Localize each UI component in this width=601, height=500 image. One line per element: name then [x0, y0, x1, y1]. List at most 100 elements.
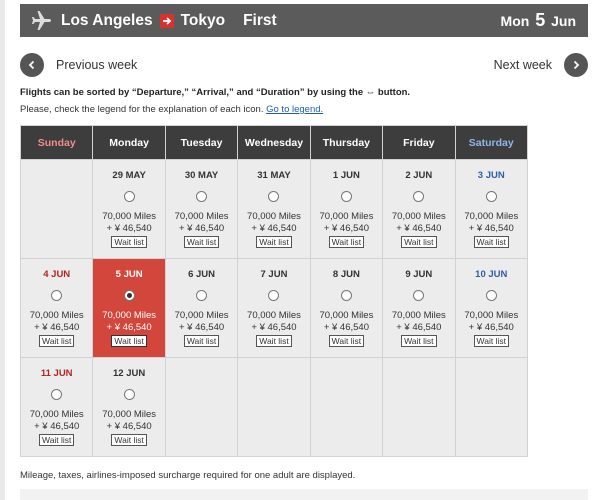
fare-miles: 70,000 Miles — [29, 310, 84, 321]
fare-tax: + ¥ 46,540 — [468, 322, 514, 333]
chevron-left-icon[interactable] — [20, 53, 44, 77]
empty-day-cell — [309, 357, 384, 457]
fare-miles: 70,000 Miles — [29, 409, 84, 420]
fare-tax: + ¥ 46,540 — [396, 322, 442, 333]
selected-date: Mon 5 Jun — [501, 10, 576, 31]
fare-radio[interactable] — [413, 191, 425, 202]
empty-day-cell — [237, 357, 311, 457]
previous-week-label[interactable]: Previous week — [56, 58, 137, 72]
day-date: 2 JUN — [405, 170, 433, 181]
day-cell[interactable]: 3 JUN 70,000 Miles + ¥ 46,540 Wait list — [454, 159, 529, 259]
selected-weekday: Mon — [500, 13, 530, 29]
fare-tax: + ¥ 46,540 — [178, 223, 225, 234]
fare-tax: + ¥ 46,540 — [106, 223, 152, 234]
fare-radio[interactable] — [123, 389, 135, 400]
fare-miles: 70,000 Miles — [247, 211, 301, 222]
fare-radio[interactable] — [413, 290, 425, 301]
fare-miles: 70,000 Miles — [102, 310, 157, 321]
empty-day-cell — [19, 159, 94, 259]
weekday-tuesday: Tuesday — [164, 125, 239, 160]
fare-radio[interactable] — [123, 290, 135, 301]
previous-week-button[interactable]: Previous week — [20, 52, 137, 78]
day-cell[interactable]: 12 JUN 70,000 Miles + ¥ 46,540 Wait list — [92, 357, 166, 457]
day-cell[interactable]: 30 MAY 70,000 Miles + ¥ 46,540 Wait list — [164, 159, 239, 259]
day-cell[interactable]: 10 JUN 70,000 Miles + ¥ 46,540 Wait list — [454, 258, 529, 358]
day-date: 30 MAY — [184, 170, 219, 181]
day-cell[interactable]: 4 JUN 70,000 Miles + ¥ 46,540 Wait list — [19, 258, 94, 358]
wait-list-badge: Wait list — [256, 236, 292, 248]
footer-band — [20, 489, 588, 500]
day-date: 9 JUN — [405, 269, 433, 280]
day-cell[interactable]: 2 JUN 70,000 Miles + ¥ 46,540 Wait list — [382, 159, 456, 259]
day-date: 12 JUN — [113, 368, 146, 379]
route-header: Los Angeles Tokyo First Mon 5 Jun — [20, 4, 588, 37]
legend-note: Please, check the legend for the explana… — [20, 104, 264, 115]
fare-miles: 70,000 Miles — [174, 310, 229, 321]
fare-miles: 70,000 Miles — [319, 310, 374, 321]
origin-city: Los Angeles — [61, 11, 153, 29]
fare-radio[interactable] — [196, 191, 208, 202]
wait-list-badge: Wait list — [401, 236, 437, 248]
wait-list-badge: Wait list — [401, 335, 437, 347]
weekday-thursday: Thursday — [309, 125, 384, 160]
legend-link[interactable]: Go to legend. — [266, 104, 323, 115]
day-date: 6 JUN — [188, 269, 216, 280]
day-cell-selected[interactable]: 5 JUN 70,000 Miles + ¥ 46,540 Wait list — [92, 258, 166, 358]
next-week-button[interactable]: Next week — [494, 52, 588, 78]
wait-list-badge: Wait list — [38, 335, 75, 347]
fare-radio[interactable] — [340, 290, 352, 301]
fare-radio[interactable] — [485, 290, 497, 301]
day-cell[interactable]: 31 MAY 70,000 Miles + ¥ 46,540 Wait list — [237, 159, 311, 259]
empty-day-cell — [382, 357, 456, 457]
fare-miles: 70,000 Miles — [464, 211, 519, 222]
wait-list-badge: Wait list — [473, 335, 509, 347]
fare-radio[interactable] — [51, 290, 63, 301]
day-cell[interactable]: 7 JUN 70,000 Miles + ¥ 46,540 Wait list — [237, 258, 311, 358]
wait-list-badge: Wait list — [473, 236, 509, 248]
fare-radio[interactable] — [196, 290, 208, 301]
destination-city: Tokyo — [180, 11, 226, 29]
fare-tax: + ¥ 46,540 — [178, 322, 225, 333]
wait-list-badge: Wait list — [328, 335, 365, 347]
fare-tax: + ¥ 46,540 — [251, 322, 297, 333]
weekday-sunday: Sunday — [19, 125, 94, 160]
weekday-wednesday: Wednesday — [237, 125, 311, 160]
wait-list-badge: Wait list — [256, 335, 292, 347]
fare-radio[interactable] — [268, 290, 280, 301]
fare-footnote: Mileage, taxes, airlines-imposed surchar… — [20, 470, 356, 481]
fare-miles: 70,000 Miles — [247, 310, 301, 321]
fare-tax: + ¥ 46,540 — [106, 322, 152, 333]
chevron-right-icon[interactable] — [564, 53, 588, 77]
wait-list-badge: Wait list — [111, 236, 147, 248]
fare-radio[interactable] — [123, 191, 135, 202]
wait-list-badge: Wait list — [38, 434, 75, 446]
day-cell[interactable]: 29 MAY 70,000 Miles + ¥ 46,540 Wait list — [92, 159, 166, 259]
fare-radio[interactable] — [340, 191, 352, 202]
weekday-friday: Friday — [382, 125, 456, 160]
fare-miles: 70,000 Miles — [174, 211, 229, 222]
day-cell[interactable]: 11 JUN 70,000 Miles + ¥ 46,540 Wait list — [19, 357, 94, 457]
fare-tax: + ¥ 46,540 — [34, 421, 80, 432]
fare-miles: 70,000 Miles — [102, 409, 157, 420]
fare-tax: + ¥ 46,540 — [396, 223, 442, 234]
weekday-monday: Monday — [92, 125, 166, 160]
day-cell[interactable]: 6 JUN 70,000 Miles + ¥ 46,540 Wait list — [164, 258, 239, 358]
day-date: 4 JUN — [43, 269, 71, 280]
fare-radio[interactable] — [485, 191, 497, 202]
day-cell[interactable]: 9 JUN 70,000 Miles + ¥ 46,540 Wait list — [382, 258, 456, 358]
day-cell[interactable]: 1 JUN 70,000 Miles + ¥ 46,540 Wait list — [309, 159, 384, 259]
fare-miles: 70,000 Miles — [319, 211, 374, 222]
cabin-class: First — [243, 11, 277, 29]
fare-tax: + ¥ 46,540 — [34, 322, 80, 333]
fare-miles: 70,000 Miles — [391, 310, 446, 321]
calendar-week-row: 4 JUN 70,000 Miles + ¥ 46,540 Wait list 5 JU… — [19, 258, 529, 358]
fare-calendar: Sunday Monday Tuesday Wednesday Thursday… — [19, 125, 529, 457]
fare-radio[interactable] — [268, 191, 280, 202]
wait-list-badge: Wait list — [328, 236, 365, 248]
fare-radio[interactable] — [51, 389, 63, 400]
next-week-label[interactable]: Next week — [494, 58, 552, 72]
wait-list-badge: Wait list — [183, 236, 220, 248]
wait-list-badge: Wait list — [183, 335, 220, 347]
weekday-header-row: Sunday Monday Tuesday Wednesday Thursday… — [19, 125, 529, 160]
day-cell[interactable]: 8 JUN 70,000 Miles + ¥ 46,540 Wait list — [309, 258, 384, 358]
